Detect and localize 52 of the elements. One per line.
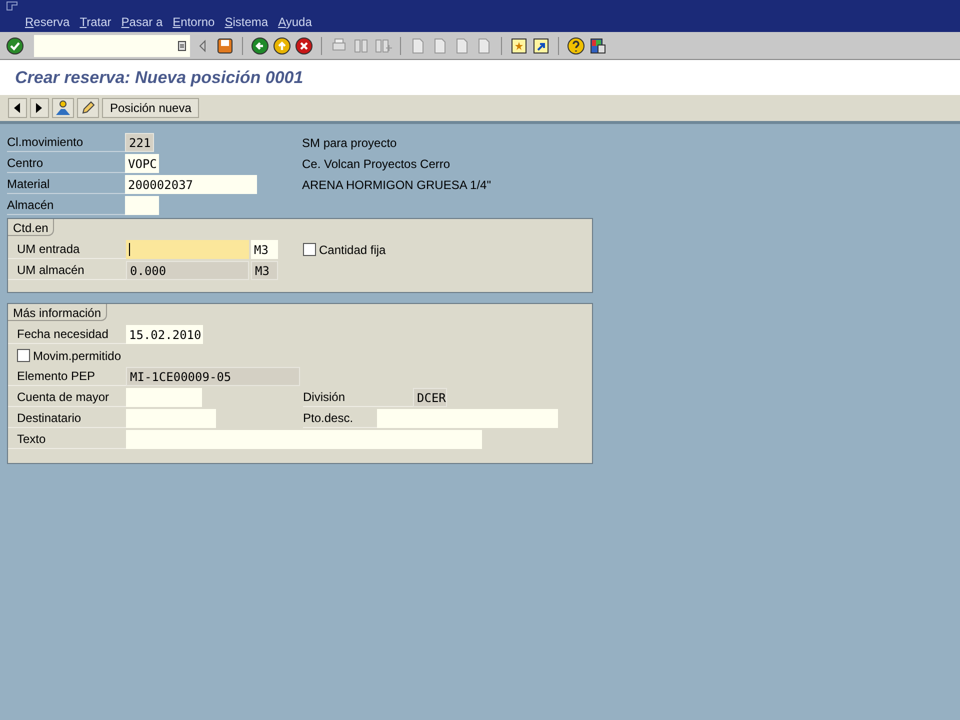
description-text: Ce. Volcan Proyectos Cerro — [302, 156, 450, 172]
shortcut-icon[interactable] — [532, 36, 550, 54]
person-icon — [55, 100, 71, 116]
unit-field[interactable]: M3 — [251, 240, 278, 259]
layout-icon[interactable] — [589, 36, 607, 54]
input-field[interactable]: VOPC — [125, 154, 159, 173]
right-arrow-icon — [36, 103, 43, 113]
checkbox-label: Cantidad fija — [319, 242, 386, 258]
left-arrow-icon — [14, 103, 21, 113]
menu-item[interactable]: Reserva — [25, 13, 70, 31]
checkbox[interactable] — [303, 243, 316, 256]
cancel-icon[interactable] — [295, 36, 313, 54]
menu-item[interactable]: Tratar — [80, 13, 112, 31]
input-field[interactable] — [125, 196, 159, 215]
new-session-icon[interactable] — [510, 36, 528, 54]
input-field[interactable]: 0.000 — [126, 261, 249, 280]
description-text: ARENA HORMIGON GRUESA 1/4" — [302, 176, 491, 194]
input-field[interactable]: 15.02.2010 — [126, 325, 203, 344]
back-icon[interactable] — [251, 36, 269, 54]
edit-button[interactable] — [77, 98, 99, 118]
text-cursor — [129, 243, 130, 256]
exit-icon[interactable] — [273, 36, 291, 54]
previous-button[interactable] — [8, 98, 27, 118]
input-field[interactable]: DCER — [413, 388, 447, 407]
next-button[interactable] — [30, 98, 49, 118]
input-field[interactable] — [126, 430, 482, 449]
input-field[interactable] — [126, 240, 249, 259]
checkbox[interactable] — [17, 349, 30, 362]
person-button[interactable] — [52, 98, 74, 118]
input-field[interactable] — [126, 409, 216, 428]
input-field[interactable]: MI-1CE00009-05 — [126, 367, 300, 386]
input-field[interactable]: 221 — [125, 133, 154, 152]
group-title: Más información — [8, 304, 108, 321]
command-field[interactable] — [34, 34, 190, 56]
window-icon — [6, 1, 18, 11]
input-field[interactable] — [377, 409, 558, 428]
menu-item[interactable]: Ayuda — [278, 13, 312, 31]
menu-item[interactable]: Pasar a — [121, 13, 163, 31]
help-icon[interactable] — [567, 36, 585, 54]
menu-item[interactable]: Entorno — [172, 13, 215, 31]
new-item-button[interactable]: Posición nueva — [102, 98, 200, 118]
description-text: SM para proyecto — [302, 134, 397, 152]
screen-title: Crear reserva: Nueva posición 0001 — [15, 66, 304, 89]
menu-item[interactable]: Sistema — [224, 13, 268, 31]
group-title: Ctd.en — [8, 219, 54, 236]
pencil-icon — [80, 100, 96, 116]
save-icon[interactable] — [216, 36, 234, 54]
input-field[interactable] — [126, 388, 202, 407]
dropdown-icon — [178, 40, 186, 50]
enter-icon[interactable] — [6, 36, 24, 54]
checkbox-label: Movim.permitido — [33, 348, 122, 364]
input-field[interactable]: 200002037 — [125, 175, 257, 194]
